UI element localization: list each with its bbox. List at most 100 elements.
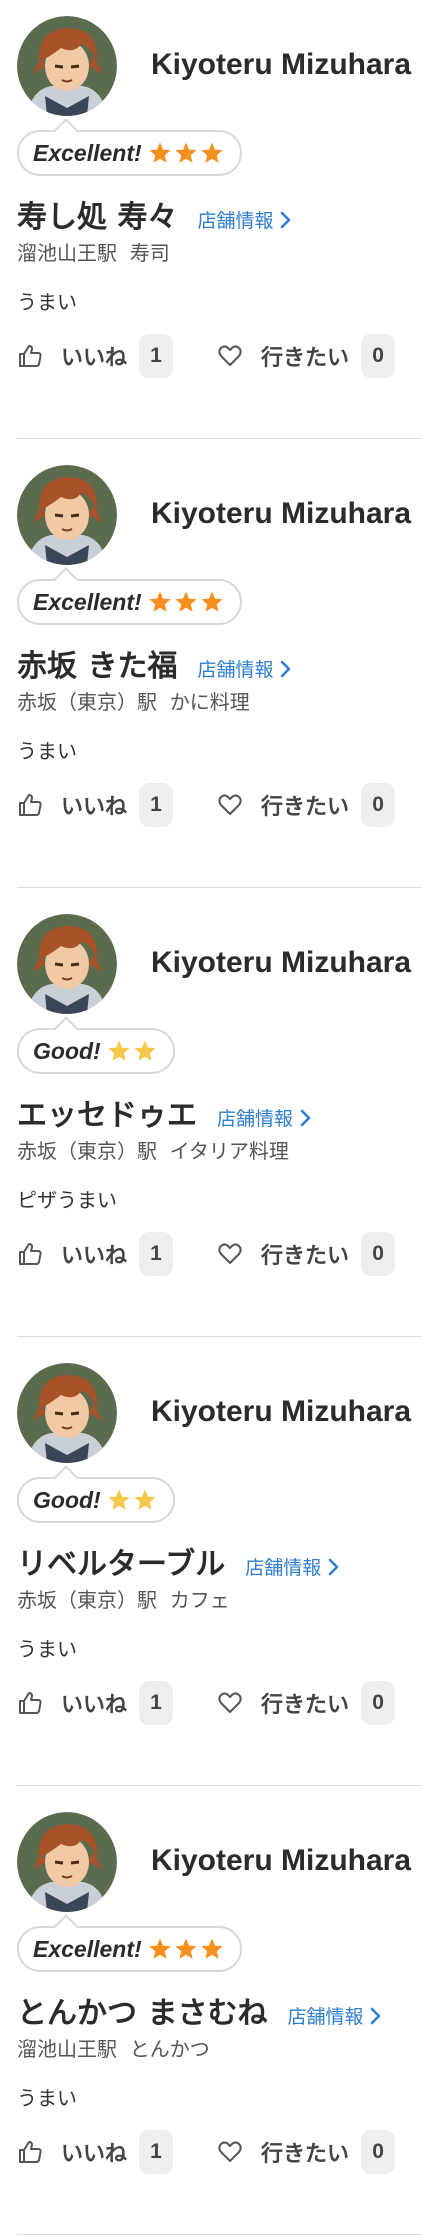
shop-name[interactable]: 赤坂 きた福: [17, 641, 177, 685]
like-button[interactable]: いいね 1: [17, 334, 174, 378]
want-to-go-count: 0: [361, 783, 396, 827]
heart-icon: [218, 2141, 242, 2162]
review-actions: いいね 1 行きたい 0: [17, 1681, 396, 1725]
thumbs-up-icon: [19, 794, 42, 816]
station: 赤坂（東京）駅: [17, 1139, 157, 1163]
star-icon: [175, 1938, 197, 1959]
avatar[interactable]: [17, 914, 117, 1014]
want-to-go-count: 0: [361, 1232, 396, 1276]
like-label: いいね: [61, 795, 128, 820]
chevron-right-icon: [281, 660, 291, 677]
want-to-go-count: 0: [361, 2130, 396, 2174]
shop-info-link[interactable]: 店舗情報: [245, 1553, 339, 1580]
avatar[interactable]: [17, 465, 117, 565]
review-card: Kiyoteru Mizuhara Good! エッセドゥエ 店舗情報 赤坂（東…: [0, 888, 421, 1337]
shop-info-label: 店舗情報: [245, 1557, 322, 1579]
review-actions: いいね 1 行きたい 0: [17, 1232, 396, 1276]
shop-info-label: 店舗情報: [287, 2006, 364, 2028]
want-to-go-label: 行きたい: [261, 795, 350, 820]
want-to-go-count: 0: [361, 334, 396, 378]
review-comment: うまい: [17, 290, 77, 314]
heart-icon: [218, 1692, 242, 1713]
rating-stars: [107, 1039, 159, 1063]
thumbs-up-icon: [19, 2141, 42, 2163]
review-comment: うまい: [17, 739, 77, 763]
genre: 寿司: [129, 241, 170, 265]
shop-meta: 溜池山王駅 とんかつ: [17, 2033, 210, 2062]
shop-info-label: 店舗情報: [217, 1108, 294, 1130]
rating-badge: Good!: [17, 1028, 175, 1074]
shop-meta: 赤坂（東京）駅 イタリア料理: [17, 1135, 289, 1164]
station: 赤坂（東京）駅: [17, 1588, 157, 1612]
genre: かに料理: [169, 690, 250, 714]
star-icon: [201, 1938, 223, 1959]
rating-stars: [107, 1488, 159, 1512]
user-name[interactable]: Kiyoteru Mizuhara: [151, 1844, 411, 1878]
chevron-right-icon: [371, 2007, 381, 2024]
avatar[interactable]: [17, 16, 117, 116]
shop-info-link[interactable]: 店舗情報: [287, 2002, 381, 2029]
star-icon: [201, 142, 223, 163]
star-icon: [175, 142, 197, 163]
star-icon: [108, 1489, 130, 1510]
want-to-go-button[interactable]: 行きたい 0: [217, 1681, 396, 1725]
rating-label: Excellent!: [33, 588, 142, 615]
station: 溜池山王駅: [17, 2037, 117, 2061]
shop-name[interactable]: とんかつ まさむね: [17, 1988, 267, 2032]
star-icon: [175, 591, 197, 612]
like-label: いいね: [61, 1693, 128, 1718]
like-label: いいね: [61, 1244, 128, 1269]
like-count: 1: [139, 783, 174, 827]
like-label: いいね: [61, 346, 128, 371]
star-icon: [108, 1040, 130, 1061]
genre: イタリア料理: [169, 1139, 289, 1163]
review-actions: いいね 1 行きたい 0: [17, 334, 396, 378]
genre: とんかつ: [129, 2037, 210, 2061]
review-feed: Kiyoteru Mizuhara Excellent! 寿し処 寿々 店舗情報…: [0, 0, 421, 2235]
rating-badge: Excellent!: [17, 130, 242, 176]
rating-stars: [148, 141, 226, 165]
like-button[interactable]: いいね 1: [17, 1232, 174, 1276]
star-icon: [149, 142, 171, 163]
review-card: Kiyoteru Mizuhara Good! リベルターブル 店舗情報 赤坂（…: [0, 1337, 421, 1786]
rating-stars: [148, 1937, 226, 1961]
shop-info-label: 店舗情報: [197, 659, 274, 681]
want-to-go-button[interactable]: 行きたい 0: [217, 1232, 396, 1276]
star-icon: [134, 1040, 156, 1061]
user-name[interactable]: Kiyoteru Mizuhara: [151, 1395, 411, 1429]
station: 赤坂（東京）駅: [17, 690, 157, 714]
like-count: 1: [139, 1232, 174, 1276]
star-icon: [201, 591, 223, 612]
avatar[interactable]: [17, 1812, 117, 1912]
want-to-go-label: 行きたい: [261, 346, 350, 371]
rating-badge: Excellent!: [17, 1926, 242, 1972]
shop-meta: 溜池山王駅 寿司: [17, 237, 170, 266]
shop-info-link[interactable]: 店舗情報: [197, 206, 291, 233]
want-to-go-count: 0: [361, 1681, 396, 1725]
station: 溜池山王駅: [17, 241, 117, 265]
want-to-go-button[interactable]: 行きたい 0: [217, 2130, 396, 2174]
want-to-go-button[interactable]: 行きたい 0: [217, 334, 396, 378]
review-actions: いいね 1 行きたい 0: [17, 2130, 396, 2174]
avatar[interactable]: [17, 1363, 117, 1463]
want-to-go-button[interactable]: 行きたい 0: [217, 783, 396, 827]
shop-meta: 赤坂（東京）駅 カフェ: [17, 1584, 230, 1613]
rating-stars: [148, 590, 226, 614]
shop-name[interactable]: 寿し処 寿々: [17, 192, 177, 236]
genre: カフェ: [169, 1588, 230, 1612]
user-name[interactable]: Kiyoteru Mizuhara: [151, 497, 411, 531]
shop-info-label: 店舗情報: [197, 210, 274, 232]
user-name[interactable]: Kiyoteru Mizuhara: [151, 48, 411, 82]
like-button[interactable]: いいね 1: [17, 783, 174, 827]
shop-info-link[interactable]: 店舗情報: [217, 1104, 311, 1131]
rating-label: Excellent!: [33, 1935, 142, 1962]
rating-badge: Excellent!: [17, 579, 242, 625]
user-name[interactable]: Kiyoteru Mizuhara: [151, 946, 411, 980]
like-button[interactable]: いいね 1: [17, 2130, 174, 2174]
shop-name[interactable]: エッセドゥエ: [17, 1090, 197, 1134]
shop-info-link[interactable]: 店舗情報: [197, 655, 291, 682]
want-to-go-label: 行きたい: [261, 2142, 350, 2167]
like-button[interactable]: いいね 1: [17, 1681, 174, 1725]
thumbs-up-icon: [19, 1692, 42, 1714]
shop-name[interactable]: リベルターブル: [17, 1539, 225, 1583]
